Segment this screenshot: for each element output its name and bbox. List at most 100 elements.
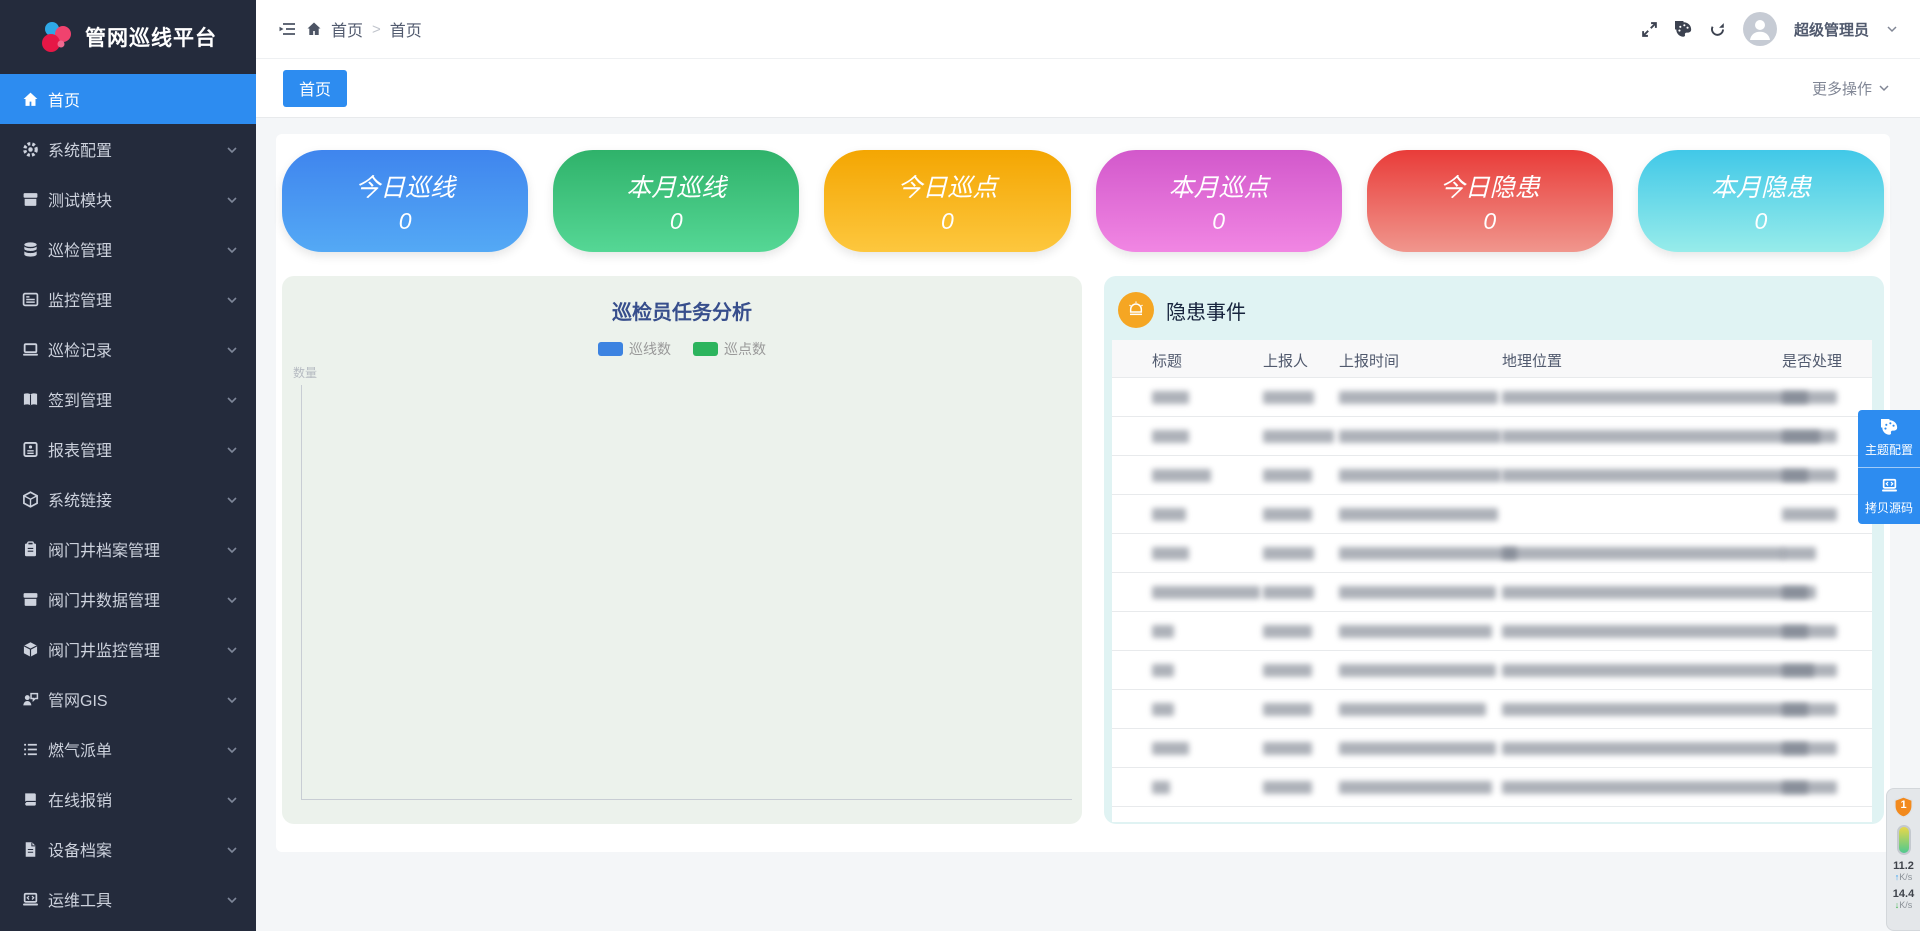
avatar[interactable] (1743, 12, 1777, 46)
sidebar-item-monitor-mgmt[interactable]: 监控管理 (0, 274, 256, 324)
chevron-down-icon (226, 393, 238, 405)
redacted-cell (1782, 664, 1837, 677)
table-row[interactable] (1112, 456, 1872, 495)
redacted-cell (1782, 625, 1837, 638)
redacted-cell (1339, 391, 1498, 404)
breadcrumb-home[interactable]: 首页 (331, 17, 363, 41)
sidebar-item-signin-mgmt[interactable]: 签到管理 (0, 374, 256, 424)
tab-home[interactable]: 首页 (283, 70, 347, 107)
legend-swatch (598, 342, 623, 356)
redacted-cell (1339, 664, 1496, 677)
sidebar-item-ops-tools[interactable]: 运维工具 (0, 874, 256, 924)
redacted-cell (1263, 430, 1334, 443)
cube-icon (22, 491, 39, 508)
sidebar-item-equipment-archive[interactable]: 设备档案 (0, 824, 256, 874)
sidebar-item-valve-archive-mgmt[interactable]: 阀门井档案管理 (0, 524, 256, 574)
legend-item[interactable]: 巡点数 (693, 339, 766, 359)
home-icon (22, 91, 39, 108)
chevron-down-icon[interactable] (1886, 23, 1898, 35)
chevron-down-icon (226, 193, 238, 205)
home-icon[interactable] (306, 21, 322, 37)
redacted-cell (1339, 469, 1501, 482)
table-row[interactable] (1112, 651, 1872, 690)
stat-card: 本月隐患 0 (1638, 150, 1884, 252)
chevron-down-icon (226, 843, 238, 855)
sidebar-item-online-reimburse[interactable]: 在线报销 (0, 774, 256, 824)
copy-source-button[interactable]: 拷贝源码 (1858, 467, 1920, 524)
chevron-down-icon (226, 293, 238, 305)
table-row[interactable] (1112, 378, 1872, 417)
sidebar-item-valve-data-mgmt[interactable]: 阀门井数据管理 (0, 574, 256, 624)
upload-speed: 11.2 ↑K/s (1893, 861, 1914, 883)
hazard-panel-title: 隐患事件 (1166, 296, 1246, 325)
table-row[interactable] (1112, 534, 1872, 573)
sidebar-item-home[interactable]: 首页 (0, 74, 256, 124)
sidebar-item-system-config[interactable]: 系统配置 (0, 124, 256, 174)
sidebar-item-inspection-records[interactable]: 巡检记录 (0, 324, 256, 374)
redacted-cell (1339, 547, 1517, 560)
hazard-table-rows (1112, 378, 1872, 807)
user-name[interactable]: 超级管理员 (1794, 19, 1869, 40)
chevron-down-icon (226, 343, 238, 355)
report-icon (22, 441, 39, 458)
more-operations[interactable]: 更多操作 (1812, 78, 1890, 99)
sidebar-item-system-links[interactable]: 系统链接 (0, 474, 256, 524)
redacted-cell (1339, 742, 1496, 755)
sidebar-item-test-module[interactable]: 测试模块 (0, 174, 256, 224)
chevron-down-icon (226, 693, 238, 705)
sidebar-item-gas-dispatch[interactable]: 燃气派单 (0, 724, 256, 774)
legend-item[interactable]: 巡线数 (598, 339, 671, 359)
table-row[interactable] (1112, 495, 1872, 534)
inspector-task-chart: 巡检员任务分析 巡线数 巡点数 数量 (282, 276, 1082, 824)
table-row[interactable] (1112, 417, 1872, 456)
redacted-cell (1339, 508, 1498, 521)
redacted-cell (1263, 547, 1314, 560)
redacted-cell (1502, 430, 1820, 443)
redacted-cell (1263, 586, 1314, 599)
file-icon (22, 841, 39, 858)
laptop-code-icon (22, 891, 39, 908)
chart-plot-area (301, 385, 1072, 800)
hazard-table: 标题 上报人 上报时间 地理位置 是否处理 (1112, 340, 1872, 822)
stat-cards-row: 今日巡线 0 本月巡线 0 今日巡点 0 本月巡点 0 (282, 150, 1884, 252)
table-row[interactable] (1112, 573, 1872, 612)
content-area: 今日巡线 0 本月巡线 0 今日巡点 0 本月巡点 0 (256, 118, 1920, 931)
refresh-icon[interactable] (1709, 21, 1726, 38)
redacted-cell (1263, 742, 1312, 755)
theme-palette-icon[interactable] (1675, 21, 1692, 38)
chevron-down-icon (226, 743, 238, 755)
sidebar-item-valve-monitor-mgmt[interactable]: 阀门井监控管理 (0, 624, 256, 674)
network-monitor-widget[interactable]: 1 11.2 ↑K/s 14.4 ↓K/s (1886, 788, 1920, 931)
redacted-cell (1782, 703, 1837, 716)
table-row[interactable] (1112, 729, 1872, 768)
redacted-cell (1152, 781, 1170, 794)
gear-icon (22, 141, 39, 158)
table-row[interactable] (1112, 768, 1872, 807)
chevron-down-icon (226, 593, 238, 605)
panels-row: 巡检员任务分析 巡线数 巡点数 数量 (282, 276, 1884, 824)
redacted-cell (1339, 703, 1486, 716)
sidebar-item-pipeline-gis[interactable]: 管网GIS (0, 674, 256, 724)
redacted-cell (1339, 781, 1492, 794)
redacted-cell (1263, 469, 1312, 482)
breadcrumb-current: 首页 (390, 17, 422, 41)
table-row[interactable] (1112, 612, 1872, 651)
chart-title: 巡检员任务分析 (282, 276, 1082, 325)
chevron-down-icon (226, 143, 238, 155)
theme-config-button[interactable]: 主题配置 (1858, 410, 1920, 467)
brand-logo: 管网巡线平台 (0, 0, 256, 74)
battery-capsule-icon (1897, 825, 1911, 855)
alarm-icon (1118, 292, 1154, 328)
sidebar-item-inspection-mgmt[interactable]: 巡检管理 (0, 224, 256, 274)
redacted-cell (1152, 508, 1186, 521)
monitor-list-icon (22, 291, 39, 308)
chevron-down-icon (226, 893, 238, 905)
sidebar-menu: 首页 系统配置 测试模块 巡检管理 监控管理 (0, 74, 256, 924)
table-row[interactable] (1112, 690, 1872, 729)
redacted-cell (1263, 391, 1314, 404)
sidebar-item-report-mgmt[interactable]: 报表管理 (0, 424, 256, 474)
redacted-cell (1782, 469, 1837, 482)
app-title: 管网巡线平台 (85, 22, 217, 52)
collapse-sidebar-icon[interactable] (278, 21, 297, 37)
fullscreen-icon[interactable] (1641, 21, 1658, 38)
